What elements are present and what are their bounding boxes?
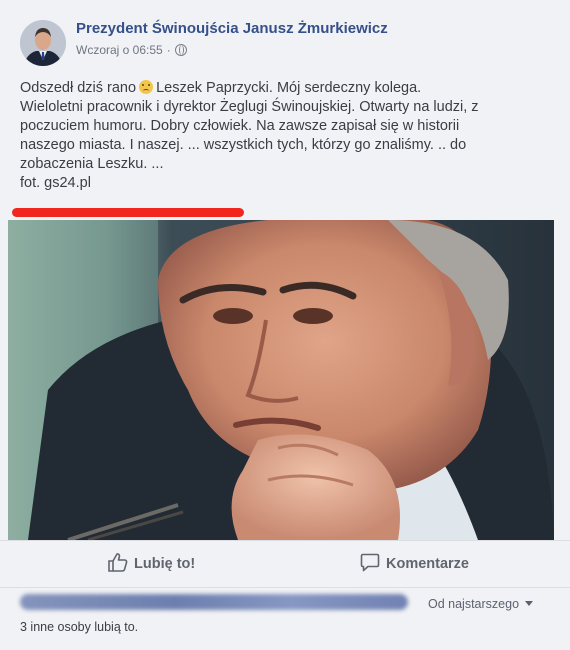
- comment-bubble-icon: [360, 553, 380, 572]
- likes-count-text[interactable]: 3 inne osoby lubią to.: [20, 620, 138, 634]
- comment-label: Komentarze: [386, 556, 469, 572]
- avatar-image: [20, 20, 66, 66]
- comment-sort-dropdown[interactable]: Od najstarszego: [428, 597, 534, 611]
- post-text-segment: Odszedł dziś rano: [20, 80, 137, 96]
- reactions-section: Od najstarszego 3 inne osoby lubią to.: [0, 590, 570, 650]
- avatar[interactable]: [20, 20, 66, 66]
- post-text-line-4: naszego miasta. I naszej. ... wszystkich…: [20, 137, 467, 153]
- thumbs-up-icon: [108, 553, 128, 572]
- post-text-line-3: poczuciem humoru. Dobry człowiek. Na zaw…: [20, 118, 460, 134]
- post-text-segment: Leszek Paprzycki. Mój serdeczny kolega.: [156, 80, 422, 96]
- facebook-post: Prezydent Świnoujścia Janusz Żmurkiewicz…: [0, 0, 570, 650]
- post-text-line-5: zobaczenia Leszku. ...: [20, 156, 164, 172]
- like-button[interactable]: Lubię to!: [108, 553, 195, 572]
- meta-separator: ·: [166, 43, 171, 57]
- photo-credit: fot. gs24.pl: [20, 175, 91, 191]
- post-text: Odszedł dziś rano Leszek Paprzycki. Mój s…: [20, 79, 550, 193]
- post-text-line-1: Odszedł dziś rano Leszek Paprzycki. Mój s…: [20, 79, 550, 98]
- post-timestamp[interactable]: Wczoraj o 06:55: [76, 43, 163, 57]
- chevron-down-icon: [525, 601, 534, 606]
- sort-label: Od najstarszego: [428, 597, 520, 611]
- like-label: Lubię to!: [134, 556, 196, 572]
- blurred-reactors-names: [20, 594, 408, 610]
- globe-icon[interactable]: [174, 44, 187, 56]
- comment-button[interactable]: Komentarze: [360, 553, 469, 572]
- post-actions-bar: Lubię to! Komentarze: [0, 540, 570, 588]
- post-text-line-2: Wieloletni pracownik i dyrektor Żeglugi …: [20, 99, 479, 115]
- sad-face-emoji-icon: [139, 80, 154, 94]
- photo-image: [8, 220, 554, 540]
- red-annotation-mark: [12, 208, 244, 217]
- post-photo[interactable]: [8, 220, 554, 540]
- author-name[interactable]: Prezydent Świnoujścia Janusz Żmurkiewicz: [76, 20, 388, 37]
- post-meta: Wczoraj o 06:55 ·: [76, 43, 187, 57]
